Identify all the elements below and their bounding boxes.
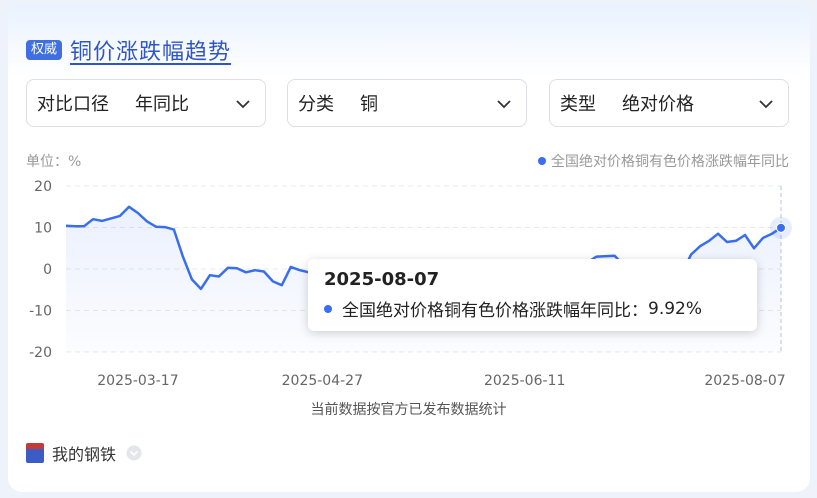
y-tick-label: -10 (29, 304, 52, 320)
x-tick-label: 2025-08-07 (704, 373, 785, 389)
line-chart[interactable]: 20 10 0 -10 -20 2025-03-17 2025-04-27 2025-06-… (0, 0, 817, 498)
y-tick-label: 0 (43, 262, 52, 278)
y-tick-label: 10 (34, 221, 52, 237)
tooltip-dot-icon (324, 304, 332, 313)
x-tick-label: 2025-04-27 (282, 373, 363, 389)
tooltip-row: 全国绝对价格铜有色价格涨跌幅年同比： 9.92% (324, 296, 741, 321)
x-tick-label: 2025-03-17 (97, 373, 178, 389)
tooltip-value: 9.92% (648, 298, 703, 319)
steel-logo-icon (26, 443, 44, 463)
chart-tooltip: 2025-08-07 全国绝对价格铜有色价格涨跌幅年同比： 9.92% (308, 259, 757, 331)
footer[interactable]: 我的钢铁 (26, 441, 142, 465)
tooltip-date: 2025-08-07 (324, 269, 440, 290)
data-footnote: 当前数据按官方已发布数据统计 (310, 402, 507, 418)
y-tick-label: -20 (29, 345, 52, 361)
tooltip-label: 全国绝对价格铜有色价格涨跌幅年同比： (342, 301, 648, 321)
x-tick-label: 2025-06-11 (484, 373, 565, 389)
highlight-point[interactable] (776, 222, 786, 233)
chevron-down-icon[interactable] (126, 445, 142, 461)
footer-text: 我的钢铁 (52, 445, 117, 464)
y-tick-label: 20 (34, 179, 52, 195)
